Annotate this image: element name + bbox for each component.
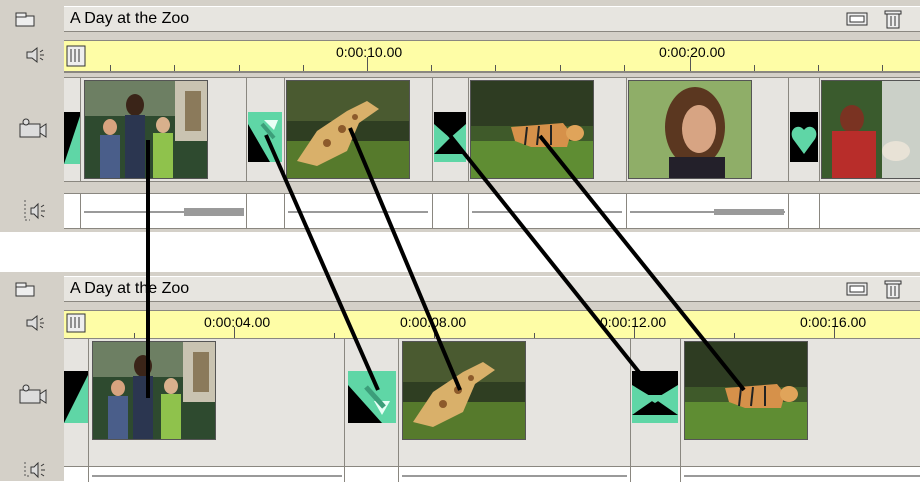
family-clip[interactable] xyxy=(84,80,208,179)
time-ruler[interactable]: 0:00:10.00 0:00:20.00 xyxy=(64,40,920,73)
man-clip[interactable] xyxy=(821,80,920,179)
family-clip[interactable] xyxy=(92,341,216,440)
transition-hourglass[interactable] xyxy=(434,112,466,162)
tiger-clip[interactable] xyxy=(470,80,594,179)
audio-track-bottom[interactable] xyxy=(64,466,920,482)
video-camera-icon[interactable] xyxy=(18,118,48,140)
tiger-clip[interactable] xyxy=(684,341,808,440)
filmstrip-icon[interactable] xyxy=(846,281,868,297)
project-title: A Day at the Zoo xyxy=(70,280,190,297)
title-bar: A Day at the Zoo xyxy=(64,276,920,302)
audio-speaker-icon[interactable] xyxy=(24,200,48,222)
giraffe-clip[interactable] xyxy=(402,341,526,440)
trash-icon[interactable] xyxy=(884,279,902,299)
transition-diagonal[interactable] xyxy=(64,371,88,423)
video-track-bottom[interactable] xyxy=(64,338,920,468)
ruler-label: 0:00:20.00 xyxy=(659,44,726,60)
speaker-icon[interactable] xyxy=(24,312,46,334)
title-bar: A Day at the Zoo xyxy=(64,6,920,32)
video-camera-icon[interactable] xyxy=(18,384,48,406)
giraffe-clip[interactable] xyxy=(286,80,410,179)
filmstrip-icon[interactable] xyxy=(846,11,868,27)
ruler-label: 0:00:10.00 xyxy=(336,44,403,60)
audio-track-top[interactable] xyxy=(64,193,920,229)
timeline-panel-bottom: A Day at the Zoo 0:00:04.00 0:00:08.00 0… xyxy=(0,272,920,482)
track-header-icon[interactable] xyxy=(14,280,40,298)
audio-speaker-icon[interactable] xyxy=(24,462,48,480)
project-title: A Day at the Zoo xyxy=(70,10,190,27)
video-track-top[interactable] xyxy=(64,77,920,182)
scrubber-handle[interactable] xyxy=(66,313,86,333)
speaker-icon[interactable] xyxy=(24,44,46,66)
track-header-icon[interactable] xyxy=(14,10,40,28)
transition-push[interactable] xyxy=(348,371,396,423)
woman-clip[interactable] xyxy=(628,80,752,179)
ruler-label: 0:00:04.00 xyxy=(204,314,271,330)
timeline-panel-top: A Day at the Zoo 0:00:10.00 0:00:20.00 xyxy=(0,0,920,232)
time-ruler[interactable]: 0:00:04.00 0:00:08.00 0:00:12.00 0:00:16… xyxy=(64,310,920,341)
transition-heart[interactable] xyxy=(790,112,818,162)
transition-hourglass[interactable] xyxy=(632,371,678,423)
transition-diagonal[interactable] xyxy=(64,112,80,164)
transition-push[interactable] xyxy=(248,112,282,162)
trash-icon[interactable] xyxy=(884,9,902,29)
scrubber-handle[interactable] xyxy=(66,45,86,67)
